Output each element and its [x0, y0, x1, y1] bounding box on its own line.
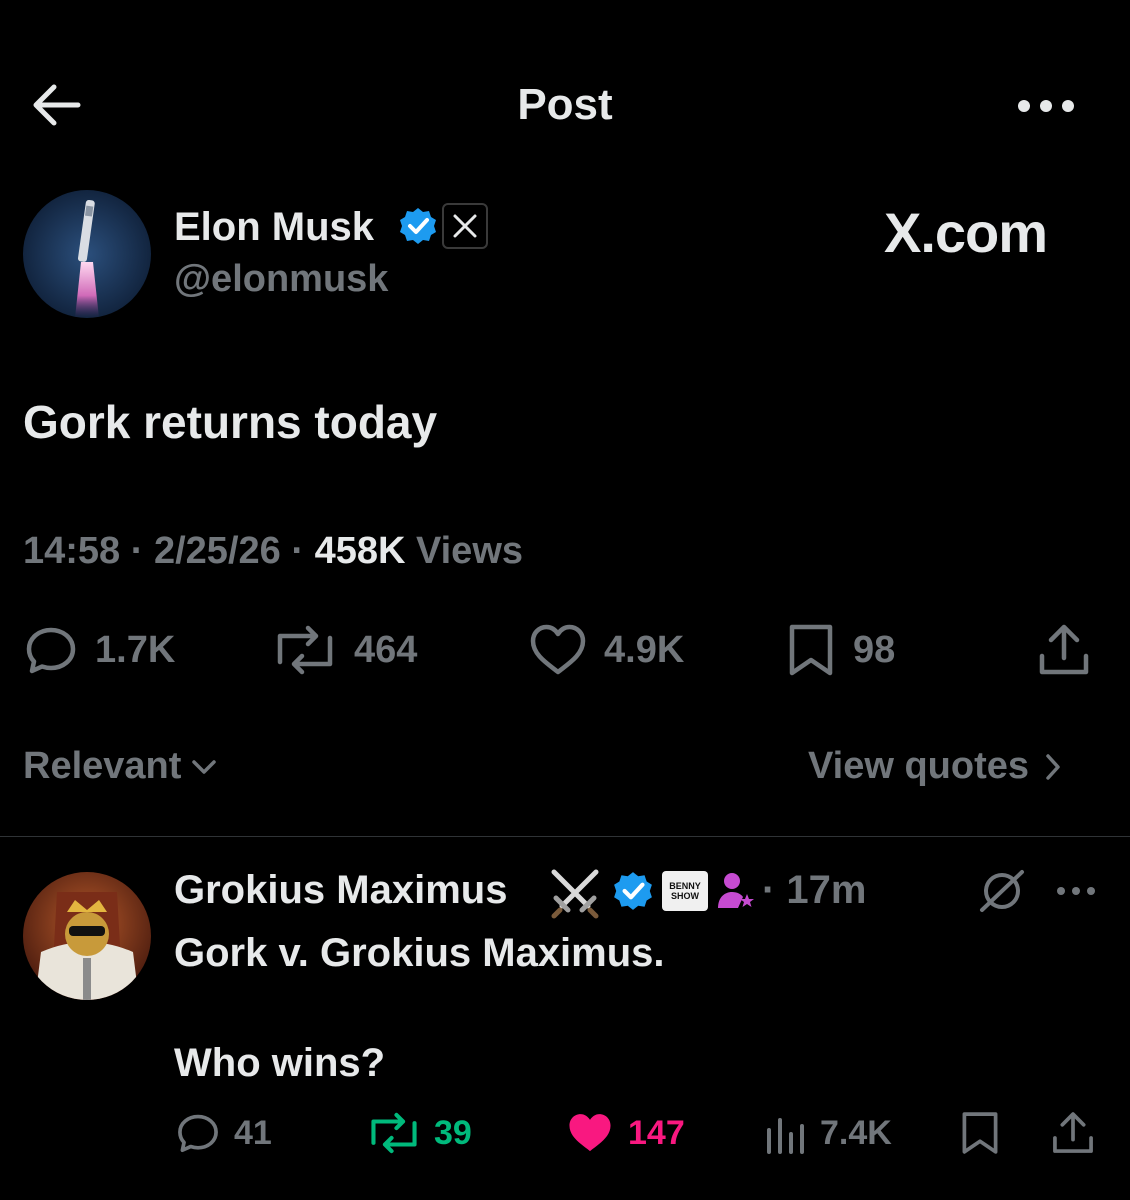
repost-icon — [277, 625, 333, 675]
analytics-icon — [767, 1118, 804, 1154]
share-icon — [1053, 1112, 1093, 1153]
reply-author-name[interactable]: Grokius Maximus — [174, 868, 507, 913]
share-button[interactable] — [1036, 622, 1092, 678]
more-options-icon[interactable] — [1014, 96, 1078, 116]
like-count: 4.9K — [604, 628, 685, 671]
reply-bookmark-button[interactable] — [958, 1110, 1002, 1156]
show-affiliate-badge-icon: BENNY SHOW — [662, 871, 708, 911]
reply-count: 1.7K — [95, 628, 176, 671]
brand-watermark: X.com — [884, 201, 1048, 264]
chevron-down-icon — [192, 759, 217, 774]
reply-icon — [178, 1114, 218, 1153]
reply-share-button[interactable] — [1050, 1110, 1096, 1156]
author-name[interactable]: Elon Musk — [174, 205, 374, 250]
share-icon — [1039, 624, 1089, 675]
reply-more-icon[interactable] — [1054, 884, 1098, 903]
bookmark-icon — [962, 1112, 998, 1154]
meta-separator: · — [130, 530, 144, 572]
chevron-right-icon — [1046, 753, 1060, 780]
repost-button[interactable]: 464 — [272, 622, 417, 678]
badge-text: BENNY — [669, 881, 701, 891]
x-affiliate-badge-icon — [442, 203, 488, 249]
page-title: Post — [517, 80, 613, 129]
reply-like-button[interactable]: 147 — [564, 1110, 685, 1156]
crossed-swords-icon — [548, 866, 602, 925]
bookmark-icon — [789, 624, 833, 676]
meta-separator: · — [291, 530, 304, 572]
reply-repost-button[interactable]: 39 — [366, 1110, 472, 1156]
view-quotes-label: View quotes — [808, 745, 1030, 787]
post-time: 14:58 — [23, 530, 121, 572]
reply-author-avatar[interactable] — [23, 872, 151, 1000]
bookmark-count: 98 — [853, 628, 896, 671]
repost-count: 464 — [354, 628, 418, 671]
verified-badge-icon — [398, 206, 438, 246]
reply-text: Gork v. Grokius Maximus. Who wins? — [174, 926, 665, 1091]
views-count: 458K — [314, 530, 406, 572]
verified-badge-icon — [612, 870, 654, 917]
sort-dropdown[interactable]: Relevant — [23, 745, 217, 788]
views-label[interactable]: Views — [416, 530, 523, 572]
repost-icon — [371, 1112, 417, 1154]
divider — [0, 836, 1130, 837]
view-quotes-link[interactable]: View quotes — [808, 745, 1061, 788]
subscriber-person-icon — [716, 870, 756, 917]
heart-filled-icon — [569, 1114, 611, 1152]
repost-count: 39 — [434, 1113, 472, 1152]
author-handle[interactable]: @elonmusk — [174, 258, 388, 301]
post-date: 2/25/26 — [153, 530, 281, 572]
like-count: 147 — [628, 1113, 685, 1152]
bookmark-button[interactable]: 98 — [785, 622, 895, 678]
author-avatar[interactable] — [23, 190, 151, 318]
reply-text-line: Who wins? — [174, 1041, 386, 1085]
reply-views-button[interactable]: 7.4K — [764, 1110, 892, 1156]
heart-icon — [530, 624, 586, 675]
like-button[interactable]: 4.9K — [528, 622, 684, 678]
grok-icon[interactable] — [978, 868, 1026, 919]
reply-reply-button[interactable]: 41 — [174, 1110, 272, 1156]
reply-text-line: Gork v. Grokius Maximus. — [174, 931, 665, 975]
reply-time: · 17m — [762, 868, 867, 912]
reply-icon — [26, 627, 76, 674]
badge-text: SHOW — [671, 891, 699, 901]
sort-label: Relevant — [23, 745, 182, 787]
post-text: Gork returns today — [23, 396, 438, 448]
post-meta: 14:58 · 2/25/26 · 458K Views — [23, 530, 523, 573]
reply-count: 41 — [234, 1113, 272, 1152]
views-count: 7.4K — [820, 1113, 892, 1152]
reply-button[interactable]: 1.7K — [23, 622, 175, 678]
